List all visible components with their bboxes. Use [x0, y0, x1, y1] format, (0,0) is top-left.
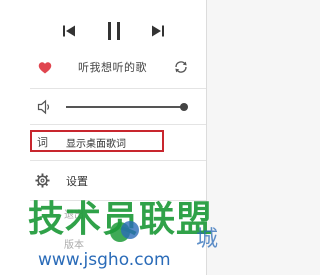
- gear-icon: [35, 173, 50, 188]
- menu-divider: [30, 124, 206, 125]
- volume-icon[interactable]: [37, 99, 53, 115]
- volume-slider-handle[interactable]: [180, 103, 188, 111]
- settings-item[interactable]: 设置: [30, 170, 180, 192]
- skip-previous-icon[interactable]: [56, 18, 82, 44]
- now-playing-row: 听我想听的歌: [0, 56, 206, 78]
- song-title: 听我想听的歌: [78, 61, 147, 74]
- menu-item-exit[interactable]: 退出: [64, 206, 84, 221]
- menu-divider: [30, 200, 206, 201]
- volume-slider-fill: [66, 106, 184, 108]
- menu-divider: [30, 160, 206, 161]
- show-desktop-lyrics-label: 显示桌面歌词: [66, 139, 126, 150]
- loop-icon[interactable]: [173, 59, 189, 75]
- skip-next-icon[interactable]: [145, 18, 171, 44]
- show-desktop-lyrics-item[interactable]: 词 显示桌面歌词: [30, 130, 164, 152]
- lyrics-icon: 词: [37, 136, 48, 149]
- playback-controls: [56, 18, 171, 44]
- player-menu-panel: 听我想听的歌 词 显示桌面歌词 设置 退出 版本: [0, 0, 207, 275]
- volume-row: [0, 98, 206, 116]
- menu-divider: [30, 88, 206, 89]
- volume-slider[interactable]: [66, 103, 188, 111]
- pause-icon[interactable]: [101, 18, 127, 44]
- menu-item-version[interactable]: 版本: [64, 236, 84, 251]
- heart-icon[interactable]: [38, 60, 52, 74]
- settings-label: 设置: [66, 175, 88, 188]
